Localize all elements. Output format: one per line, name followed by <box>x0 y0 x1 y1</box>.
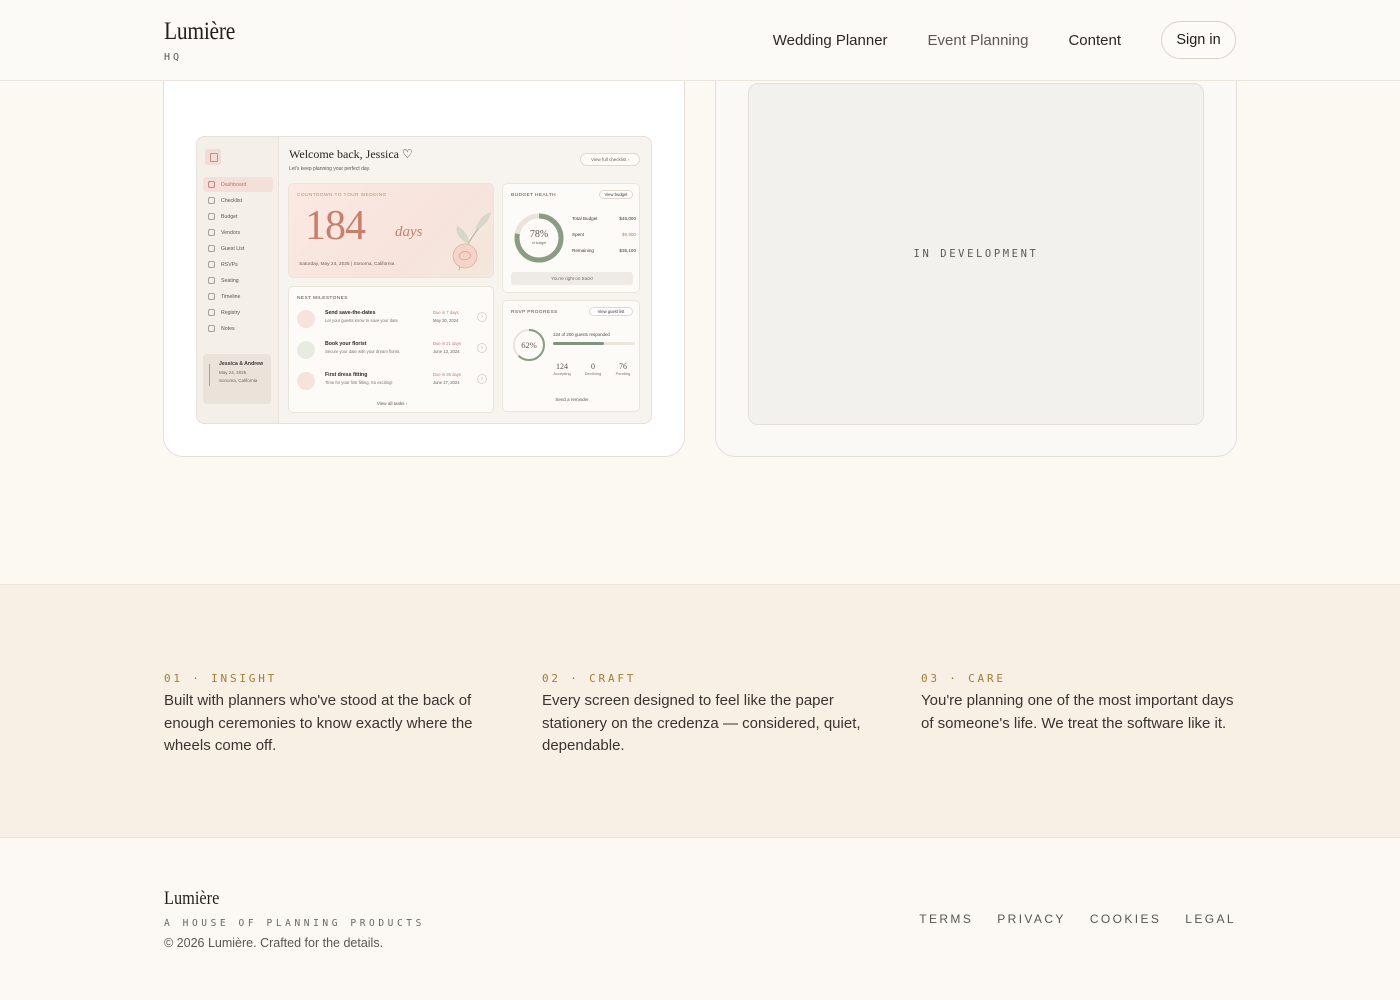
preview-sidebar-item: Guest List <box>203 241 273 256</box>
nav-wedding-planner[interactable]: Wedding Planner <box>773 32 888 49</box>
footer-tagline: A HOUSE OF PLANNING PRODUCTS <box>164 918 425 929</box>
site-footer: Lumière A HOUSE OF PLANNING PRODUCTS © 2… <box>0 839 1400 1000</box>
milestone-row: First dress fitting Time for your first … <box>297 370 487 396</box>
milestone-row: Send save-the-dates Let your guests know… <box>297 308 487 334</box>
preview-sidebar-item: Budget <box>203 209 273 224</box>
rsvp-progress-fill <box>553 342 604 345</box>
preview-sidebar-item: RSVPs <box>203 257 273 272</box>
preview-sidebar-item: Dashboard <box>203 177 273 192</box>
svg-text:62%: 62% <box>521 340 537 350</box>
milestones-panel: NEXT MILESTONES Send save-the-dates Let … <box>288 286 494 413</box>
milestone-row: Book your florist Secure your date with … <box>297 339 487 365</box>
preview-sidebar-item: Registry <box>203 305 273 320</box>
mail-icon <box>208 261 215 268</box>
footer-link-terms[interactable]: TERMS <box>919 912 973 926</box>
nav-event-planning[interactable]: Event Planning <box>928 32 1029 49</box>
chevron-right-icon: › <box>477 374 487 384</box>
countdown-panel: COUNTDOWN TO YOUR WEDDING 184 days Satur… <box>288 183 494 278</box>
gift-icon <box>208 309 215 316</box>
feature-eyebrow: 03 · CARE <box>921 672 1006 685</box>
notes-icon <box>208 325 215 332</box>
countdown-number: 184 <box>305 203 366 249</box>
preview-sidebar: Dashboard Checklist Budget Vendors Guest… <box>197 137 279 423</box>
footer-link-cookies[interactable]: COOKIES <box>1090 912 1161 926</box>
rose-illustration-icon <box>452 212 491 271</box>
sign-in-button[interactable]: Sign in <box>1161 21 1236 59</box>
chevron-right-icon: › <box>477 312 487 322</box>
calendar-icon <box>205 149 221 165</box>
preview-subtitle: Let's keep planning your perfect day. <box>289 166 371 172</box>
feature-eyebrow: 01 · INSIGHT <box>164 672 278 685</box>
brand-logo[interactable]: Lumière HQ <box>164 18 247 63</box>
home-icon <box>208 181 215 188</box>
svg-text:of budget: of budget <box>532 241 546 245</box>
site-header: Lumière HQ Wedding Planner Event Plannin… <box>0 0 1400 81</box>
seating-icon <box>208 277 215 284</box>
rsvp-ring: 62% <box>513 329 545 361</box>
preview-checklist-button: View full checklist › <box>580 153 640 166</box>
feature-body: Built with planners who've stood at the … <box>164 692 473 754</box>
flower-icon <box>297 341 315 359</box>
dashboard-preview-image: Dashboard Checklist Budget Vendors Guest… <box>196 136 652 424</box>
dress-icon <box>297 372 315 390</box>
footer-copyright: © 2026 Lumière. Crafted for the details. <box>164 936 384 950</box>
features-section: 01 · INSIGHT Built with planners who've … <box>0 584 1400 838</box>
svg-text:78%: 78% <box>530 229 548 240</box>
feature-care: 03 · CARE You're planning one of the mos… <box>921 672 1241 735</box>
chevron-right-icon: › <box>477 343 487 353</box>
couple-card: Jessica & Andrew May 24, 2025 Sonoma, Ca… <box>203 354 271 404</box>
footer-link-privacy[interactable]: PRIVACY <box>997 912 1066 926</box>
brand-name: Lumière <box>164 18 236 45</box>
preview-sidebar-item: Timeline <box>203 289 273 304</box>
feature-craft: 02 · CRAFT Every screen designed to feel… <box>542 672 862 758</box>
countdown-unit: days <box>395 224 423 240</box>
budget-panel: BUDGET HEALTH View budget 78% of budget … <box>502 183 640 293</box>
vendors-icon <box>208 229 215 236</box>
feature-eyebrow: 02 · CRAFT <box>542 672 637 685</box>
nav-content[interactable]: Content <box>1068 32 1121 49</box>
envelope-icon <box>297 310 315 328</box>
rsvp-panel: RSVP PROGRESS View guest list 62% 124 of… <box>502 300 640 412</box>
in-development-label: IN DEVELOPMENT <box>913 248 1039 260</box>
footer-links: TERMS PRIVACY COOKIES LEGAL <box>895 912 1236 926</box>
budget-ring: 78% of budget <box>514 213 564 263</box>
preview-sidebar-item: Vendors <box>203 225 273 240</box>
footer-link-legal[interactable]: LEGAL <box>1185 912 1236 926</box>
main-nav: Wedding Planner Event Planning Content S… <box>773 21 1236 59</box>
rsvp-progress-track <box>553 342 635 345</box>
feature-body: Every screen designed to feel like the p… <box>542 692 861 754</box>
budget-icon <box>208 213 215 220</box>
preview-sidebar-item: Seating <box>203 273 273 288</box>
clock-icon <box>208 293 215 300</box>
footer-brand[interactable]: Lumière <box>164 888 219 910</box>
guests-icon <box>208 245 215 252</box>
preview-sidebar-item: Checklist <box>203 193 273 208</box>
feature-insight: 01 · INSIGHT Built with planners who've … <box>164 672 484 758</box>
brand-subtitle: HQ <box>164 52 183 63</box>
leaf-icon <box>209 364 215 386</box>
checklist-icon <box>208 197 215 204</box>
preview-sidebar-item: Notes <box>203 321 273 336</box>
feature-body: You're planning one of the most importan… <box>921 692 1234 732</box>
placeholder-panel: IN DEVELOPMENT <box>748 83 1204 425</box>
preview-title: Welcome back, Jessica ♡ <box>289 147 413 161</box>
